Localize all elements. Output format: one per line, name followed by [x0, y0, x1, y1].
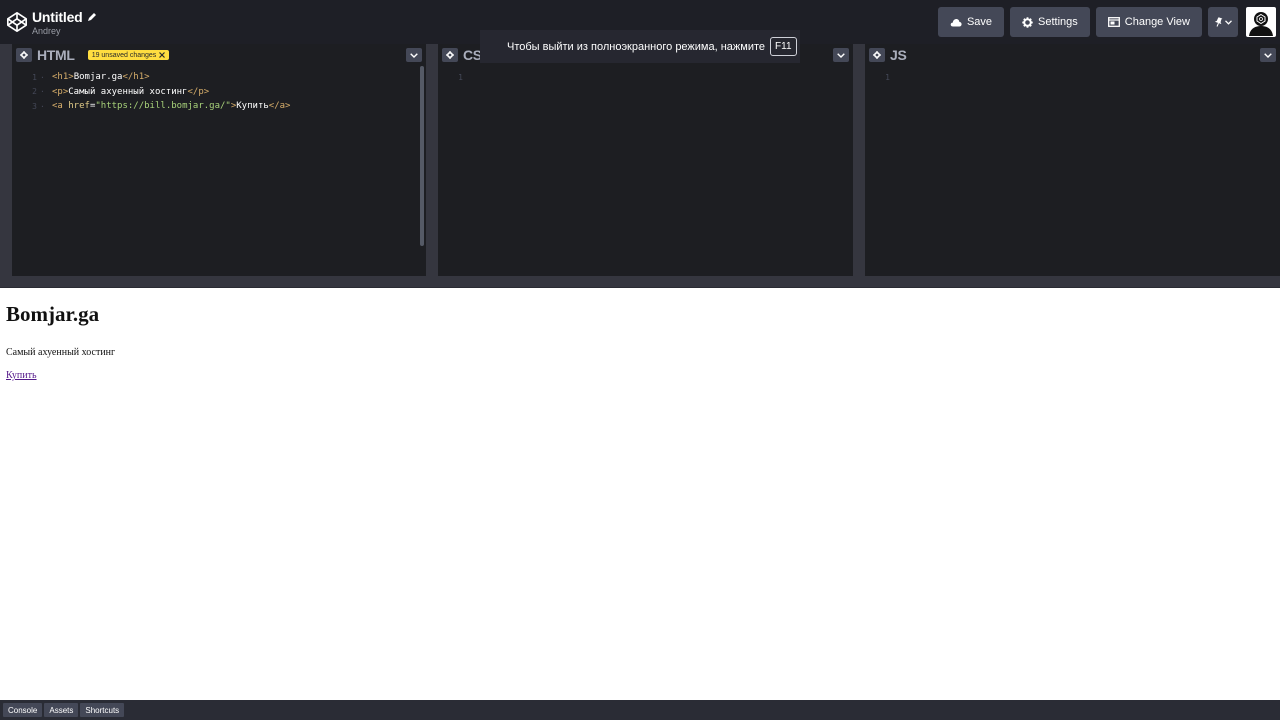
js-editor-title: JS — [890, 47, 907, 63]
preview-buy-link[interactable]: Купить — [6, 370, 37, 381]
editor-resizer-1[interactable] — [426, 44, 438, 276]
change-view-label: Change View — [1124, 16, 1190, 28]
js-editor[interactable]: JS 1 — [865, 44, 1280, 276]
code-text: Купить — [236, 101, 269, 112]
pin-menu-button[interactable] — [1208, 7, 1238, 37]
chevron-down-icon — [1225, 19, 1232, 25]
line-number: 2 — [32, 87, 37, 97]
editor-resizer-2[interactable] — [853, 44, 865, 276]
toast-message: Чтобы выйти из полноэкранного режима, на… — [507, 40, 766, 53]
code-attr: href — [68, 101, 90, 112]
settings-button[interactable]: Settings — [1010, 7, 1090, 37]
code-line: 2 · <p> Самый ахуенный хостинг </p> — [12, 85, 426, 100]
footer-bar: Console Assets Shortcuts — [0, 700, 1280, 720]
assets-button[interactable]: Assets — [44, 703, 79, 717]
code-tag: </a> — [268, 101, 291, 112]
author-name[interactable]: Andrey — [32, 26, 97, 36]
html-code-area[interactable]: 1 · <h1> Bomjar.ga </h1> 2 · <p> Самый ахуенный… — [12, 66, 426, 276]
editors-area: HTML 19 unsaved changes 1 · <h1> Bomjar.ga <… — [0, 44, 1280, 276]
code-tag: </p> — [187, 86, 210, 97]
save-label: Save — [966, 16, 993, 28]
toast-key: F11 — [770, 37, 797, 56]
code-line: 1 · <h1> Bomjar.ga </h1> — [12, 70, 426, 85]
editor-resizer-left[interactable] — [0, 44, 12, 276]
console-button[interactable]: Console — [3, 703, 43, 717]
editor-preview-resizer[interactable] — [0, 276, 1280, 288]
line-number: 3 — [32, 101, 37, 111]
save-button[interactable]: Save — [937, 7, 1005, 37]
html-editor-header: HTML 19 unsaved changes — [12, 44, 426, 66]
line-number: 1 — [458, 72, 463, 82]
fold-dot: · — [40, 87, 45, 97]
code-string: "https://bill.bomjar.ga/" — [95, 101, 231, 112]
fold-dot: · — [40, 101, 45, 111]
css-settings-gear-icon[interactable] — [442, 48, 458, 62]
unsaved-changes-badge[interactable]: 19 unsaved changes — [87, 50, 170, 60]
result-preview: Bomjar.ga Самый ахуенный хостинг Купить — [0, 288, 1280, 700]
code-text: Самый ахуенный хостинг — [68, 86, 188, 97]
css-code-area[interactable]: 1 — [438, 66, 853, 276]
avatar[interactable] — [1246, 7, 1276, 37]
html-editor-title: HTML — [37, 47, 75, 63]
pin-icon — [1214, 17, 1223, 27]
code-text: Bomjar.ga — [73, 72, 123, 83]
js-settings-gear-icon[interactable] — [869, 48, 885, 62]
css-editor-chevron-down-icon[interactable] — [833, 48, 849, 62]
close-icon[interactable] — [159, 52, 166, 58]
preview-heading: Bomjar.ga — [6, 302, 100, 326]
code-tag: <p> — [52, 86, 69, 97]
change-view-button[interactable]: Change View — [1095, 7, 1202, 37]
header-actions: Save Settings Change View — [937, 0, 1280, 44]
js-code-area[interactable]: 1 — [865, 66, 1280, 276]
html-editor-scrollbar[interactable] — [420, 66, 424, 246]
codepen-logo-icon[interactable] — [2, 0, 32, 44]
html-editor[interactable]: HTML 19 unsaved changes 1 · <h1> Bomjar.ga <… — [12, 44, 426, 276]
shortcuts-button[interactable]: Shortcuts — [80, 703, 125, 717]
line-number: 1 — [885, 72, 890, 82]
line-number: 1 — [32, 72, 37, 82]
settings-label: Settings — [1038, 16, 1078, 28]
code-line: 1 — [438, 70, 853, 85]
fullscreen-toast: Чтобы выйти из полноэкранного режима, на… — [480, 30, 800, 63]
code-line: 1 — [865, 70, 1280, 85]
unsaved-changes-label: 19 unsaved changes — [91, 51, 157, 59]
code-tag: <a — [52, 101, 69, 112]
gear-icon — [1022, 16, 1033, 28]
code-line: 3 · <a href = "https://bill.bomjar.ga/" > Купи… — [12, 99, 426, 114]
pen-title[interactable]: Untitled — [32, 9, 83, 25]
pen-title-block: Untitled Andrey — [32, 9, 97, 36]
css-editor[interactable]: CSS 1 — [438, 44, 853, 276]
preview-paragraph: Самый ахуенный хостинг — [6, 347, 116, 358]
fold-dot: · — [40, 72, 45, 82]
html-editor-chevron-down-icon[interactable] — [406, 48, 422, 62]
layout-icon — [1107, 17, 1120, 27]
js-editor-header: JS — [865, 44, 1280, 66]
js-editor-chevron-down-icon[interactable] — [1260, 48, 1276, 62]
code-tag: </h1> — [122, 72, 150, 83]
pencil-icon[interactable] — [87, 12, 97, 22]
html-settings-gear-icon[interactable] — [16, 48, 32, 62]
code-tag: <h1> — [52, 72, 74, 83]
cloud-icon — [950, 18, 962, 26]
